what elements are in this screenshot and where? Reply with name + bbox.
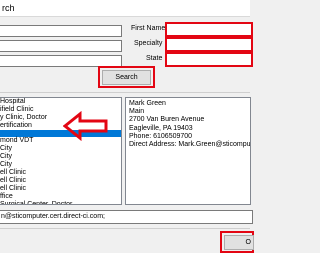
detail-phone: Phone: 6106509700 (129, 132, 193, 140)
list-item[interactable]: ell Clinic (0, 169, 121, 177)
last-name-input[interactable] (0, 25, 122, 37)
detail-city-state: Eagleville, PA 19403 (129, 124, 193, 132)
detail-name: Mark Green (129, 100, 166, 107)
search-button[interactable]: Search (102, 70, 151, 85)
list-item[interactable]: ell Clinic (0, 185, 121, 193)
detail-street: 2700 Van Buren Avenue (129, 116, 205, 124)
list-item[interactable]: Hospital (0, 98, 121, 106)
first-name-input[interactable] (165, 22, 253, 37)
list-item[interactable]: ell Clinic (0, 177, 121, 185)
footer-divider (0, 228, 250, 229)
direct-address-field[interactable]: n@sticomputer.cert.direct-ci.com; (0, 210, 253, 224)
list-item[interactable]: City (0, 145, 121, 153)
window-title: rch (2, 3, 15, 13)
first-name-label: First Name (131, 25, 166, 32)
state-input[interactable] (165, 52, 253, 67)
specialty-input[interactable] (165, 37, 253, 52)
detail-direct-address: Direct Address: Mark.Green@sticomputer.c… (129, 141, 251, 149)
list-item[interactable]: Surgical Center, Doctor (0, 201, 121, 204)
form-divider (0, 92, 250, 93)
city-input[interactable] (0, 40, 122, 52)
state-label: State (146, 55, 163, 62)
list-item[interactable]: ffice (0, 193, 121, 201)
ok-button[interactable]: O (224, 235, 254, 250)
list-item[interactable]: City (0, 153, 121, 161)
arrow-left-icon (63, 111, 108, 141)
detail-location: Main (129, 108, 145, 116)
specialty-label: Specialty (134, 40, 163, 47)
title-bar: rch (0, 0, 250, 17)
details-panel: Mark Green Main 2700 Van Buren Avenue Ea… (125, 97, 251, 205)
list-item[interactable]: City (0, 161, 121, 169)
